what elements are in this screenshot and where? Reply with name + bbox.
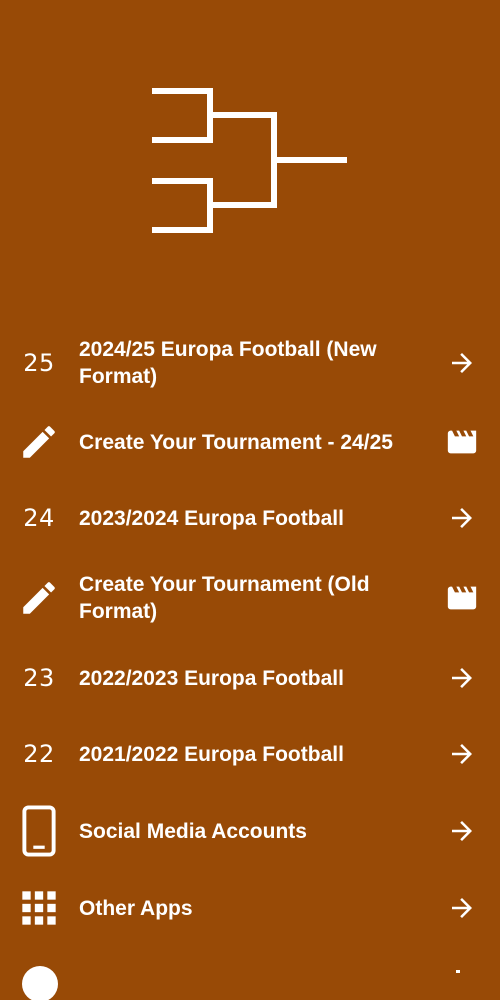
pencil-icon — [18, 577, 60, 619]
menu-item-social-media-accounts[interactable]: Social Media Accounts — [0, 792, 500, 870]
grid-apps-icon — [18, 888, 60, 928]
arrow-right-icon — [456, 970, 460, 973]
menu-item-label: Social Media Accounts — [79, 819, 307, 843]
menu-item-2021-2022-europa[interactable]: 22 2021/2022 Europa Football — [0, 716, 500, 792]
menu-item-label: 2022/2023 Europa Football — [79, 666, 344, 690]
season-number-badge: 23 — [23, 664, 55, 692]
menu-item-label: Create Your Tournament - 24/25 — [79, 430, 393, 454]
menu-item-create-tournament-old-format[interactable]: Create Your Tournament (Old Format) — [0, 556, 500, 640]
menu-item-create-tournament-24-25[interactable]: Create Your Tournament - 24/25 — [0, 404, 500, 480]
menu-item-label: Other Apps — [79, 896, 193, 920]
arrow-right-icon — [444, 348, 480, 378]
menu-item-2022-2023-europa[interactable]: 23 2022/2023 Europa Football — [0, 640, 500, 716]
arrow-right-icon — [444, 739, 480, 769]
season-number-badge: 24 — [23, 504, 55, 532]
menu-item-2023-2024-europa[interactable]: 24 2023/2024 Europa Football — [0, 480, 500, 556]
menu-item-label: 2023/2024 Europa Football — [79, 506, 344, 530]
main-menu: 25 2024/25 Europa Football (New Format) … — [0, 322, 500, 946]
arrow-right-icon — [444, 503, 480, 533]
menu-item-label: Create Your Tournament (Old Format) — [79, 573, 370, 623]
arrow-right-icon — [444, 663, 480, 693]
circle-icon — [22, 966, 58, 1000]
tournament-bracket-icon — [152, 88, 347, 233]
arrow-right-icon — [444, 893, 480, 923]
smartphone-icon — [18, 805, 60, 857]
menu-item-other-apps[interactable]: Other Apps — [0, 870, 500, 946]
season-number-badge: 22 — [23, 740, 55, 768]
menu-item-2024-25-europa[interactable]: 25 2024/25 Europa Football (New Format) — [0, 322, 500, 404]
clapperboard-icon — [444, 581, 480, 615]
arrow-right-icon — [444, 816, 480, 846]
menu-item-label: 2021/2022 Europa Football — [79, 742, 344, 766]
pencil-icon — [18, 421, 60, 463]
clapperboard-icon — [444, 425, 480, 459]
season-number-badge: 25 — [23, 349, 55, 377]
menu-item-partial[interactable] — [0, 962, 500, 1000]
menu-item-label: 2024/25 Europa Football (New Format) — [79, 338, 377, 388]
